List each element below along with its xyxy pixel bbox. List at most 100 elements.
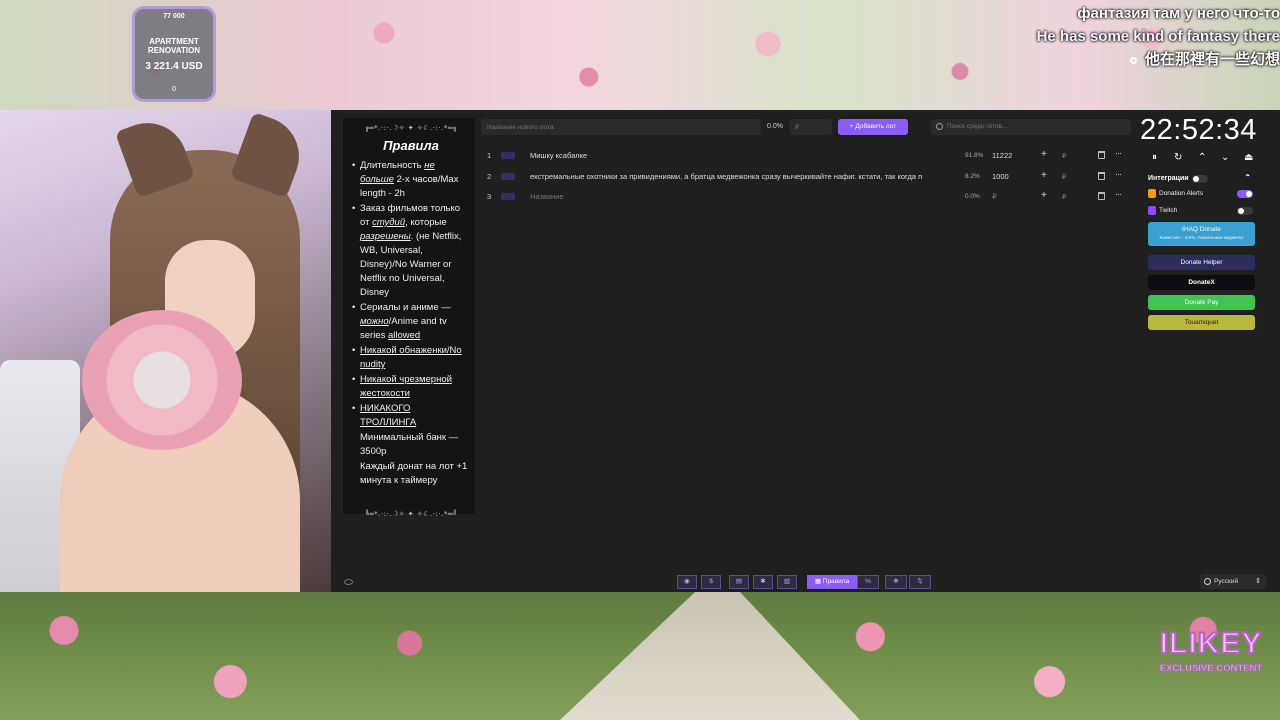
rule-item: Никакой обнаженки/No nudity [352,344,469,372]
rules-title: Правила [383,138,439,153]
dollar-icon[interactable]: $ [701,575,721,589]
lot-name[interactable]: екстремальные охотники за привидениями, … [530,172,956,181]
subtitle-english: He has some kind of fantasy there [1036,28,1280,45]
pause-icon[interactable]: ⏸ [1152,152,1157,163]
eject-icon[interactable]: ⏏ [1244,152,1253,163]
lot-number: 2 [487,171,492,181]
lot-toolbar: 0.0% ₽ + Добавить лот Поиск среди готов.… [481,119,1131,135]
timer-display: 22:52:34 [1140,114,1257,146]
integration-label: Donation Alerts [1159,190,1204,197]
donation-alerts-toggle[interactable] [1237,190,1253,198]
integrations-header[interactable]: Интеграции ⌃ [1145,172,1257,186]
lot-percent: 0.0% [965,193,980,200]
stats-icon[interactable]: ▥ [777,575,797,589]
lot-name[interactable]: Название [530,192,956,201]
lot-name[interactable]: Мишку ксабалке [530,151,956,160]
drag-handle-icon[interactable] [501,193,515,200]
lot-percent: 8.2% [965,172,980,180]
channel-watermark: ILIKEY EXCLUSIVE CONTENT [1147,626,1275,687]
background-bottom-garden [0,592,1280,720]
integration-twitch: Twitch [1145,203,1257,220]
donation-goal-widget: 77 000 APARTMENT RENOVATION 3 221.4 USD … [132,6,216,102]
rules-ornament-bottom: ╚═*.·:·.☽✧ ✦ ✧☾.·:·.*═╝ [364,510,458,518]
language-label: Русский [1214,578,1239,585]
integrations-title: Интеграции [1148,175,1189,182]
new-lot-name-input[interactable] [481,119,761,135]
ihaq-donate-button[interactable]: IHAQ Donate Комиссия – 3,5%, Уникальные … [1148,222,1255,246]
delete-lot-icon[interactable] [1098,192,1105,200]
delete-lot-icon[interactable] [1098,171,1105,180]
goal-target: 77 000 [163,13,185,20]
watermark-title: ILIKEY [1159,626,1263,661]
ihaq-label: IHAQ Donate [1182,226,1221,233]
currency-icon: ₽ [1062,194,1067,201]
rules-tab-button[interactable]: ▦ Правила [807,575,857,589]
bug-icon[interactable]: ✱ [753,575,773,589]
sort-icon[interactable]: ⇅ [909,575,931,589]
more-options-icon[interactable]: ··· [1115,169,1122,179]
lots-table: 1 Мишку ксабалке 91.8% 11222 + ₽ ··· 2 е… [481,146,1131,208]
rule-item: НИКАКОГО ТРОЛЛИНГА [352,402,469,430]
rules-panel: ╔═*.·:·.☽✧ ✦ ✧☾.·:·.*═╗ Правила Длительн… [343,118,475,518]
percent-icon[interactable]: % [857,575,879,589]
lot-amount[interactable]: 11222 [992,151,1012,160]
eye-icon[interactable] [344,579,353,585]
twitch-toggle[interactable] [1237,207,1253,215]
auction-app: ╔═*.·:·.☽✧ ✦ ✧☾.·:·.*═╗ Правила Длительн… [331,110,1280,592]
integrations-toggle[interactable] [1192,175,1208,183]
subtitle-chinese: 他在那裡有一些幻想 [1037,48,1280,71]
twitch-icon [1148,206,1156,215]
currency-icon: ₽ [1062,173,1067,181]
integration-donation-alerts: Donation Alerts [1145,186,1257,203]
donate-helper-button[interactable]: Donate Helper [1148,255,1255,270]
rule-item: Заказ фильмов только от студий, которые … [352,202,469,300]
subtitle-chinese-text: 他在那裡有一些幻想 [1144,51,1280,68]
list-icon[interactable]: ▤ [729,575,749,589]
lot-row: 3 Название 0.0% ₽ + ₽ ··· [481,187,1131,208]
lot-row: 1 Мишку ксабалке 91.8% 11222 + ₽ ··· [481,146,1131,167]
more-options-icon[interactable]: ··· [1115,148,1122,158]
rules-list: Длительность не больше 2-х часов/Max len… [352,159,469,488]
add-lot-button[interactable]: + Добавить лот [838,119,908,135]
collapse-icon[interactable]: ⌃ [1244,173,1251,182]
chevron-updown-icon: ⇕ [1255,578,1261,585]
add-amount-icon[interactable]: + [1041,170,1047,181]
lot-percent: 91.8% [965,152,984,159]
add-amount-icon[interactable]: + [1041,149,1047,160]
goal-name: APARTMENT RENOVATION [147,37,201,55]
drag-handle-icon[interactable] [501,172,515,180]
donatex-button[interactable]: DonateX [1148,275,1255,290]
donation-alerts-icon [1148,189,1156,198]
increase-icon[interactable]: ⌃ [1198,152,1206,163]
add-amount-icon[interactable]: + [1041,190,1047,201]
search-placeholder: Поиск среди готов... [947,123,1008,130]
language-select[interactable]: Русский ⇕ [1200,574,1266,589]
timer-controls: ⏸ ↻ ⌃ ⌄ ⏏ [1148,152,1260,166]
rules-tab-label: Правила [822,578,850,585]
more-options-icon[interactable]: ··· [1115,189,1122,199]
decrease-icon[interactable]: ⌄ [1221,152,1229,163]
rule-item: Длительность не больше 2-х часов/Max len… [352,159,469,201]
search-icon [936,123,943,130]
goal-amount: 3 221.4 USD [145,61,203,72]
rule-item: Никакой чрезмерной жестокости [352,373,469,401]
search-input[interactable]: Поиск среди готов... [931,119,1131,135]
new-lot-amount-input[interactable]: ₽ [790,119,832,135]
lot-amount[interactable]: ₽ [992,192,997,201]
subtitle-russian: фантазия там у него что-то [1077,5,1280,22]
delete-lot-icon[interactable] [1098,151,1105,159]
donate-pay-button[interactable]: Donate Pay [1148,295,1255,310]
goal-min: 0 [172,86,176,93]
reset-icon[interactable]: ↻ [1174,152,1182,163]
add-lot-label: Добавить лот [855,123,897,130]
new-lot-percent: 0.0% [767,123,783,130]
move-icon[interactable]: ✥ [885,575,907,589]
rule-plain-item: Минимальный банк — 3500р [360,432,459,457]
drag-handle-icon[interactable] [501,152,515,159]
github-icon[interactable]: ◉ [677,575,697,589]
webcam-mirror [82,310,242,450]
lot-amount[interactable]: 1000 [992,172,1009,181]
lot-number: 3 [487,192,492,201]
touamiquet-button[interactable]: Touamiquet [1148,315,1255,330]
rule-plain-item: Каждый донат на лот +1 минута к таймеру [360,461,468,486]
